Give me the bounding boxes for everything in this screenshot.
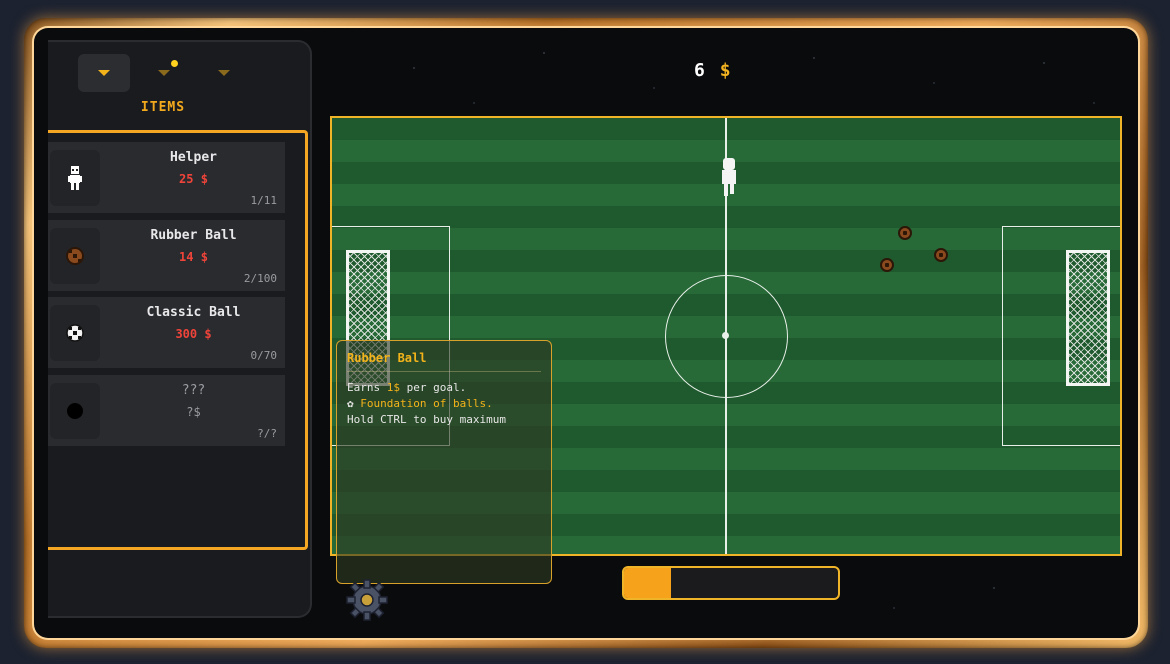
- tab-upgrades[interactable]: [138, 54, 190, 92]
- game-frame: ITEMS Helper 25 $ 1/11 Rubber Ball 14 $ …: [24, 18, 1148, 648]
- tooltip-earns-value: 1$: [386, 381, 400, 394]
- item-name: ???: [181, 383, 206, 398]
- rubber-ball-icon: [50, 228, 100, 284]
- item-count: 0/70: [250, 349, 278, 362]
- tooltip-hint: Hold CTRL to buy maximum: [347, 413, 506, 426]
- tab-items[interactable]: [78, 54, 130, 92]
- tooltip-feature-text: Foundation of balls.: [360, 397, 493, 410]
- tooltip-divider: [347, 371, 541, 372]
- tab-title: ITEMS: [140, 100, 186, 115]
- helper-player: [720, 158, 738, 200]
- settings-gear-button[interactable]: [344, 578, 390, 626]
- item-price: 300 $: [175, 327, 212, 341]
- items-list: Helper 25 $ 1/11 Rubber Ball 14 $ 2/100 …: [48, 130, 308, 550]
- rubber-ball: [880, 258, 894, 272]
- item-count: 2/100: [243, 272, 277, 285]
- item-count: ?/?: [257, 427, 277, 440]
- progress-fill: [624, 568, 672, 598]
- tooltip-title: Rubber Ball: [347, 351, 427, 365]
- tab-extra[interactable]: [198, 54, 250, 92]
- helper-figure-icon: [50, 150, 100, 206]
- shop-item-helper[interactable]: Helper 25 $ 1/11: [48, 142, 285, 213]
- shop-item-classic-ball[interactable]: Classic Ball 300 $ 0/70: [48, 297, 285, 368]
- game-viewport: ITEMS Helper 25 $ 1/11 Rubber Ball 14 $ …: [34, 28, 1138, 638]
- right-goal: [1066, 250, 1110, 386]
- tooltip-feature: ✿ Foundation of balls.: [347, 397, 493, 410]
- rubber-ball: [898, 226, 912, 240]
- tooltip-earns-text: Earns: [347, 381, 387, 394]
- shop-item-rubber-ball[interactable]: Rubber Ball 14 $ 2/100: [48, 220, 285, 291]
- tooltip-earns-suffix: per goal.: [400, 381, 467, 394]
- item-tooltip: Rubber Ball Earns 1$ per goal. ✿ Foundat…: [336, 340, 552, 584]
- chevron-icon: [218, 70, 230, 76]
- item-count: 1/11: [250, 194, 278, 207]
- money-amount: 6: [694, 60, 707, 81]
- chevron-icon: [158, 70, 170, 76]
- item-name: Rubber Ball: [150, 228, 237, 243]
- center-spot: [722, 332, 729, 339]
- shop-item-locked[interactable]: ??? ?$ ?/?: [48, 375, 285, 446]
- item-price: 14 $: [179, 250, 208, 264]
- chevron-icon: [98, 70, 110, 76]
- money-counter: 6 $: [694, 60, 733, 81]
- item-price: 25 $: [179, 172, 208, 186]
- item-name: Classic Ball: [146, 305, 241, 320]
- classic-ball-icon: [50, 305, 100, 361]
- locked-ball-icon: [50, 383, 100, 439]
- money-currency: $: [719, 60, 733, 81]
- notification-dot: [171, 60, 178, 67]
- tooltip-earns: Earns 1$ per goal.: [347, 381, 466, 394]
- gear-icon: ✿: [347, 397, 354, 410]
- shop-tabs: [78, 54, 250, 92]
- goal-progress-bar: [622, 566, 840, 600]
- rubber-ball: [934, 248, 948, 262]
- item-price: ?$: [186, 405, 201, 419]
- item-name: Helper: [170, 150, 217, 165]
